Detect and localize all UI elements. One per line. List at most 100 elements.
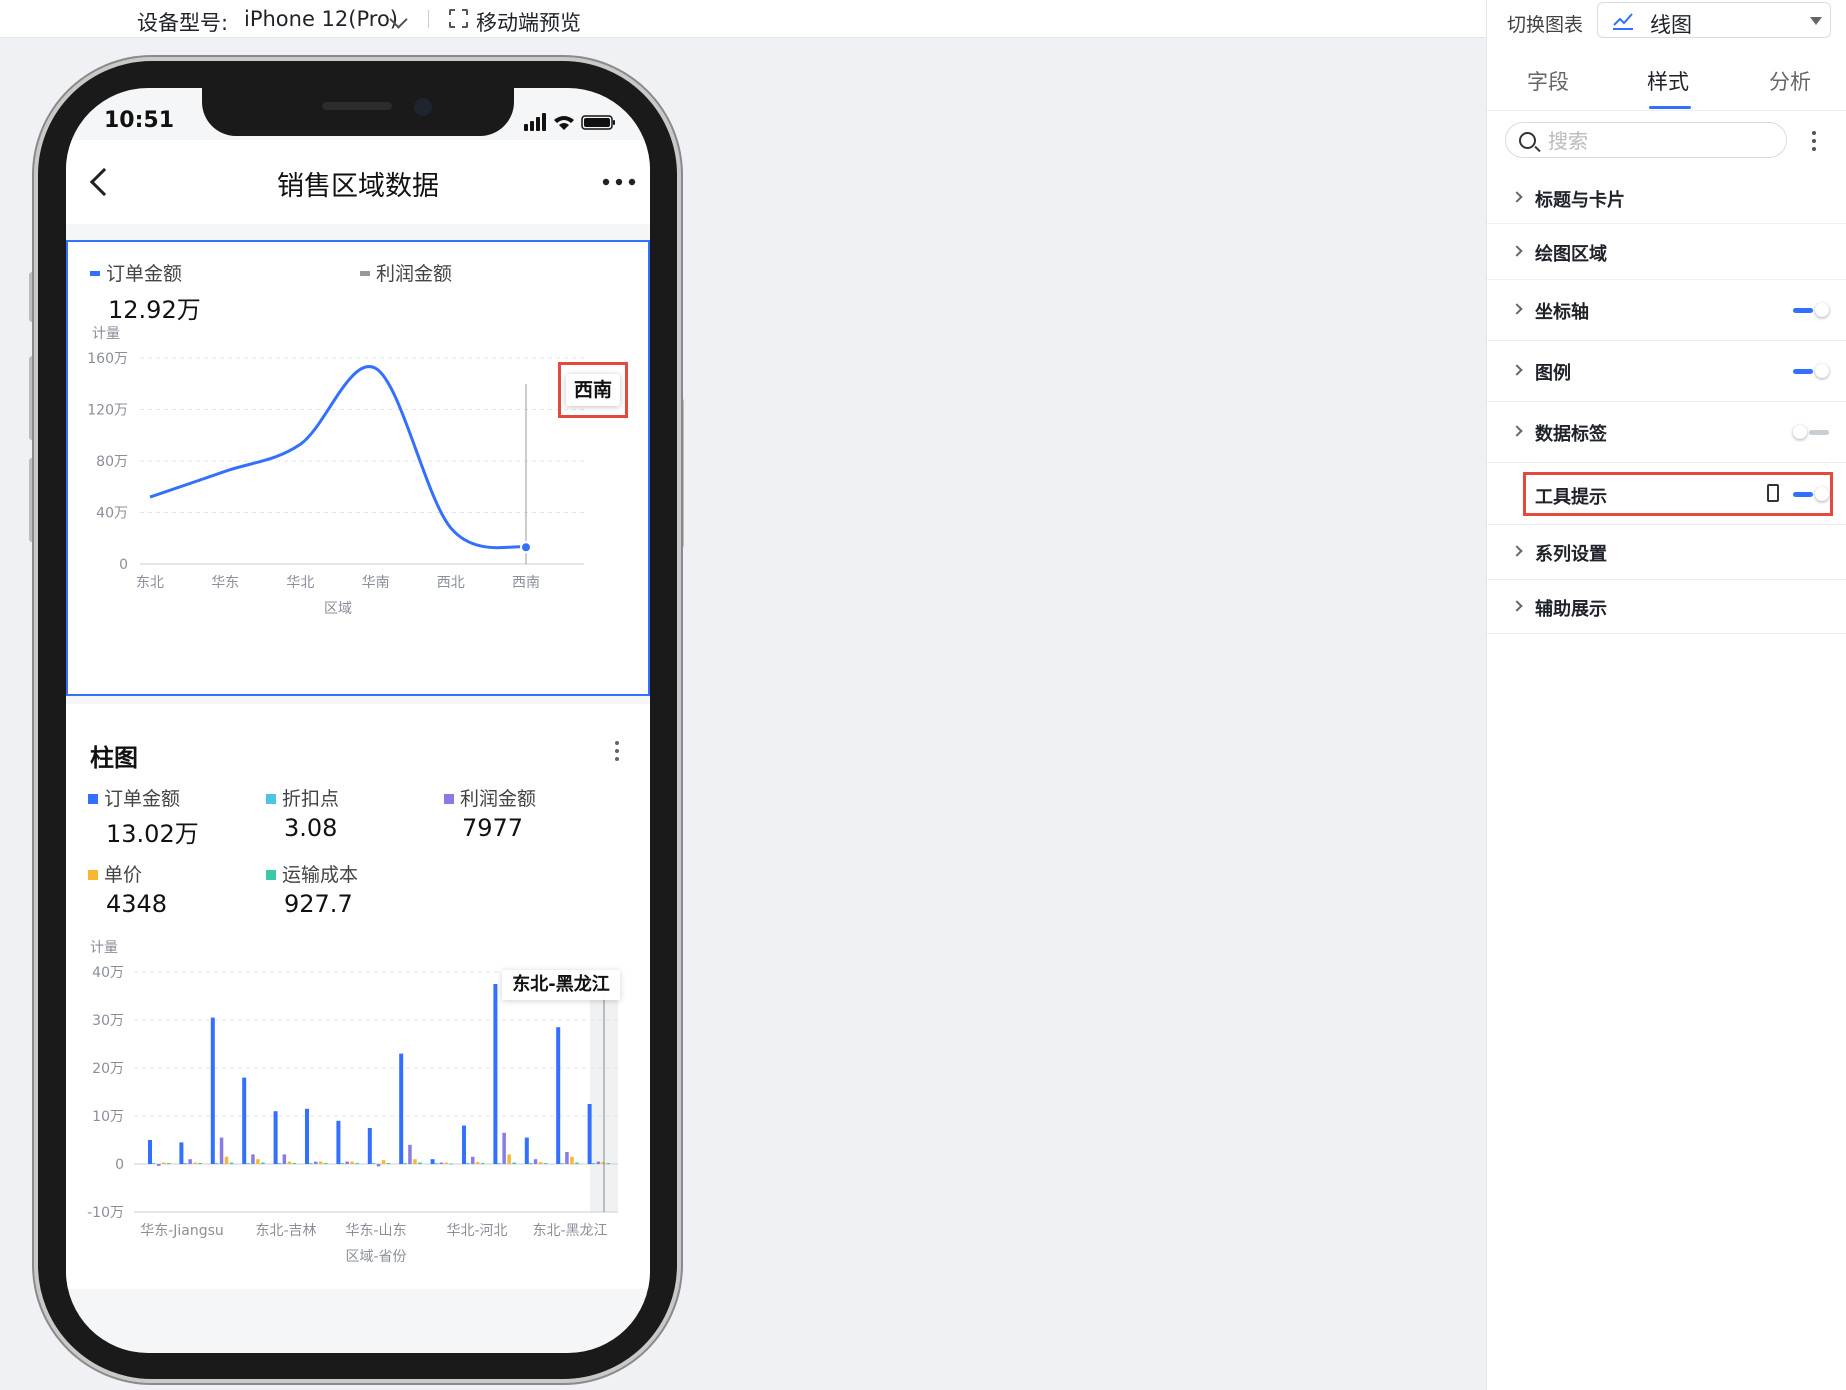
section-legend[interactable]: 图例 <box>1487 341 1846 402</box>
search-input[interactable] <box>1548 127 1768 155</box>
line-tooltip: 西南 <box>566 374 620 406</box>
toggle-knob <box>1815 303 1829 317</box>
toggle-track <box>1809 430 1829 435</box>
section-data-labels[interactable]: 数据标签 <box>1487 402 1846 463</box>
section-auxiliary-display[interactable]: 辅助展示 <box>1487 580 1846 634</box>
y-tick-label: 30万 <box>92 1013 124 1029</box>
mobile-nav-bar: 销售区域数据 <box>66 140 650 224</box>
line-chart-card[interactable]: 订单金额 12.92万 利润金额 计量 0 40万 80万 120万 160万 东北 华东 华北… <box>66 240 650 696</box>
bar <box>570 1156 574 1164</box>
bar <box>345 1161 349 1164</box>
bar <box>591 1163 596 1165</box>
signal-icon <box>542 113 546 131</box>
axis-toggle[interactable] <box>1793 303 1829 317</box>
section-label: 辅助展示 <box>1535 599 1607 620</box>
bar-chart-card[interactable]: 柱图 订单金额 13.02万 折扣点 3.08 利润金额 7977 单价 434… <box>66 704 650 1289</box>
mobile-preview-icon[interactable] <box>449 9 468 28</box>
section-title-card[interactable]: 标题与卡片 <box>1487 170 1846 224</box>
search-box[interactable] <box>1505 122 1787 158</box>
chevron-right-icon <box>1511 425 1523 437</box>
x-tick-label: 西南 <box>512 575 540 591</box>
chart-type-select[interactable]: 线图 <box>1597 2 1831 38</box>
x-tick-label: 华东 <box>211 575 239 591</box>
more-vertical-icon[interactable] <box>1811 130 1817 152</box>
toggle-knob <box>1793 425 1807 439</box>
x-axis-title: 区域-省份 <box>345 1249 406 1265</box>
section-axis[interactable]: 坐标轴 <box>1487 280 1846 341</box>
bar <box>381 1160 386 1164</box>
legend-item-shipping-cost[interactable]: 运输成本 <box>266 860 358 887</box>
mobile-preview-button[interactable]: 移动端预览 <box>476 7 581 37</box>
bar <box>596 1161 601 1164</box>
bar <box>292 1163 297 1165</box>
tab-analysis[interactable]: 分析 <box>1769 66 1811 96</box>
bar <box>152 1163 156 1165</box>
bar <box>471 1156 475 1164</box>
bar <box>507 1154 511 1164</box>
legend-value: 3.08 <box>284 814 338 842</box>
y-tick-label: 20万 <box>92 1061 124 1077</box>
legend-item-discount[interactable]: 折扣点 <box>266 784 339 811</box>
x-tick-label: 华北-河北 <box>446 1223 507 1239</box>
bar <box>242 1077 247 1164</box>
legend-value: 13.02万 <box>106 820 199 848</box>
bar <box>367 1128 372 1164</box>
legend-item-profit-amount[interactable]: 利润金额 <box>360 259 452 286</box>
legend-label: 单价 <box>104 864 143 886</box>
bar <box>224 1156 229 1164</box>
section-series-settings[interactable]: 系列设置 <box>1487 524 1846 580</box>
bar <box>256 1159 260 1164</box>
tab-fields[interactable]: 字段 <box>1527 66 1569 96</box>
bar <box>179 1142 184 1164</box>
legend-item-order-amount[interactable]: 订单金额 <box>88 784 180 811</box>
x-tick-label: 华南 <box>362 575 390 591</box>
x-tick-label: 华北 <box>286 575 314 591</box>
speaker-grill <box>322 102 392 110</box>
bar <box>336 1120 341 1164</box>
data-labels-toggle[interactable] <box>1793 425 1829 439</box>
legend-item-profit-amount[interactable]: 利润金额 <box>444 784 536 811</box>
device-model-select[interactable]: iPhone 12(Pro) <box>244 7 398 31</box>
signal-icon <box>536 117 540 131</box>
bar <box>449 1163 454 1165</box>
y-tick-label: 10万 <box>92 1109 124 1125</box>
bar <box>466 1163 470 1165</box>
card-title: 柱图 <box>90 744 138 772</box>
battery-tip <box>613 120 615 125</box>
bar <box>528 1163 533 1165</box>
bar <box>219 1137 224 1164</box>
legend-item-unit-price[interactable]: 单价 <box>88 860 142 887</box>
page-title: 销售区域数据 <box>277 171 439 202</box>
bar <box>340 1163 344 1165</box>
bar <box>355 1163 359 1165</box>
legend-label: 利润金额 <box>460 788 537 810</box>
data-point-active <box>520 541 532 554</box>
legend-value: 4348 <box>106 890 168 918</box>
x-tick-label: 东北-黑龙江 <box>532 1223 607 1239</box>
x-tick-label: 华东-Jiangsu <box>140 1223 224 1239</box>
device-model-label: 设备型号: <box>137 11 229 35</box>
legend-toggle[interactable] <box>1793 364 1829 378</box>
bar <box>434 1163 439 1165</box>
bar <box>556 1027 561 1164</box>
bar <box>229 1162 234 1164</box>
bar <box>277 1163 282 1165</box>
tab-style[interactable]: 样式 <box>1647 66 1689 96</box>
line-chart-icon <box>1613 13 1633 30</box>
section-label: 标题与卡片 <box>1535 190 1625 211</box>
section-label: 数据标签 <box>1535 424 1607 445</box>
y-axis-title: 计量 <box>90 940 118 956</box>
legend-swatch <box>90 271 100 276</box>
bar <box>512 1162 516 1164</box>
bar <box>476 1162 480 1164</box>
bar <box>167 1163 171 1165</box>
more-vertical-icon[interactable] <box>614 740 620 762</box>
section-plot-area[interactable]: 绘图区域 <box>1487 224 1846 280</box>
legend-item-order-amount[interactable]: 订单金额 <box>90 259 182 286</box>
legend-label: 订单金额 <box>104 788 181 810</box>
bar <box>481 1163 485 1165</box>
y-tick-label: 0 <box>119 557 128 573</box>
more-icon[interactable] <box>602 178 636 186</box>
chevron-right-icon <box>1511 545 1523 557</box>
bar <box>148 1140 152 1164</box>
